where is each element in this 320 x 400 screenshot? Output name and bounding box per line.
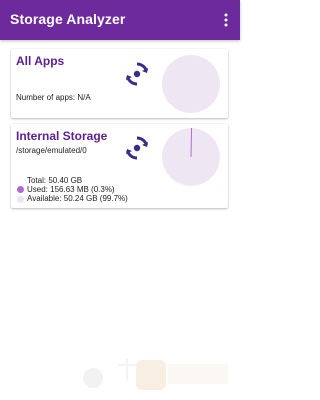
internal-storage-title: Internal Storage [16, 129, 108, 143]
sync-icon[interactable] [122, 133, 152, 163]
more-vert-icon[interactable] [220, 10, 232, 30]
used-storage-text: Used: 156.63 MB (0.3%) [27, 185, 115, 194]
storage-path: /storage/emulated/0 [16, 146, 87, 155]
internal-storage-card[interactable]: Internal Storage /storage/emulated/0 Tot… [11, 124, 228, 208]
all-apps-pie-chart [162, 55, 220, 113]
app-title: Storage Analyzer [10, 11, 126, 27]
watermark-logo [0, 340, 240, 400]
total-storage-text: Total: 50.40 GB [27, 176, 83, 185]
available-legend-dot [17, 196, 24, 203]
used-slice [190, 128, 193, 158]
storage-pie-chart [162, 128, 220, 186]
available-storage-text: Available: 50.24 GB (99.7%) [27, 194, 128, 203]
all-apps-card[interactable]: All Apps Number of apps: N/A [11, 49, 228, 118]
app-bar: Storage Analyzer [0, 0, 240, 40]
number-of-apps-text: Number of apps: N/A [16, 93, 91, 102]
sync-icon[interactable] [122, 59, 152, 89]
used-legend-dot [17, 186, 24, 193]
all-apps-title: All Apps [16, 54, 65, 68]
